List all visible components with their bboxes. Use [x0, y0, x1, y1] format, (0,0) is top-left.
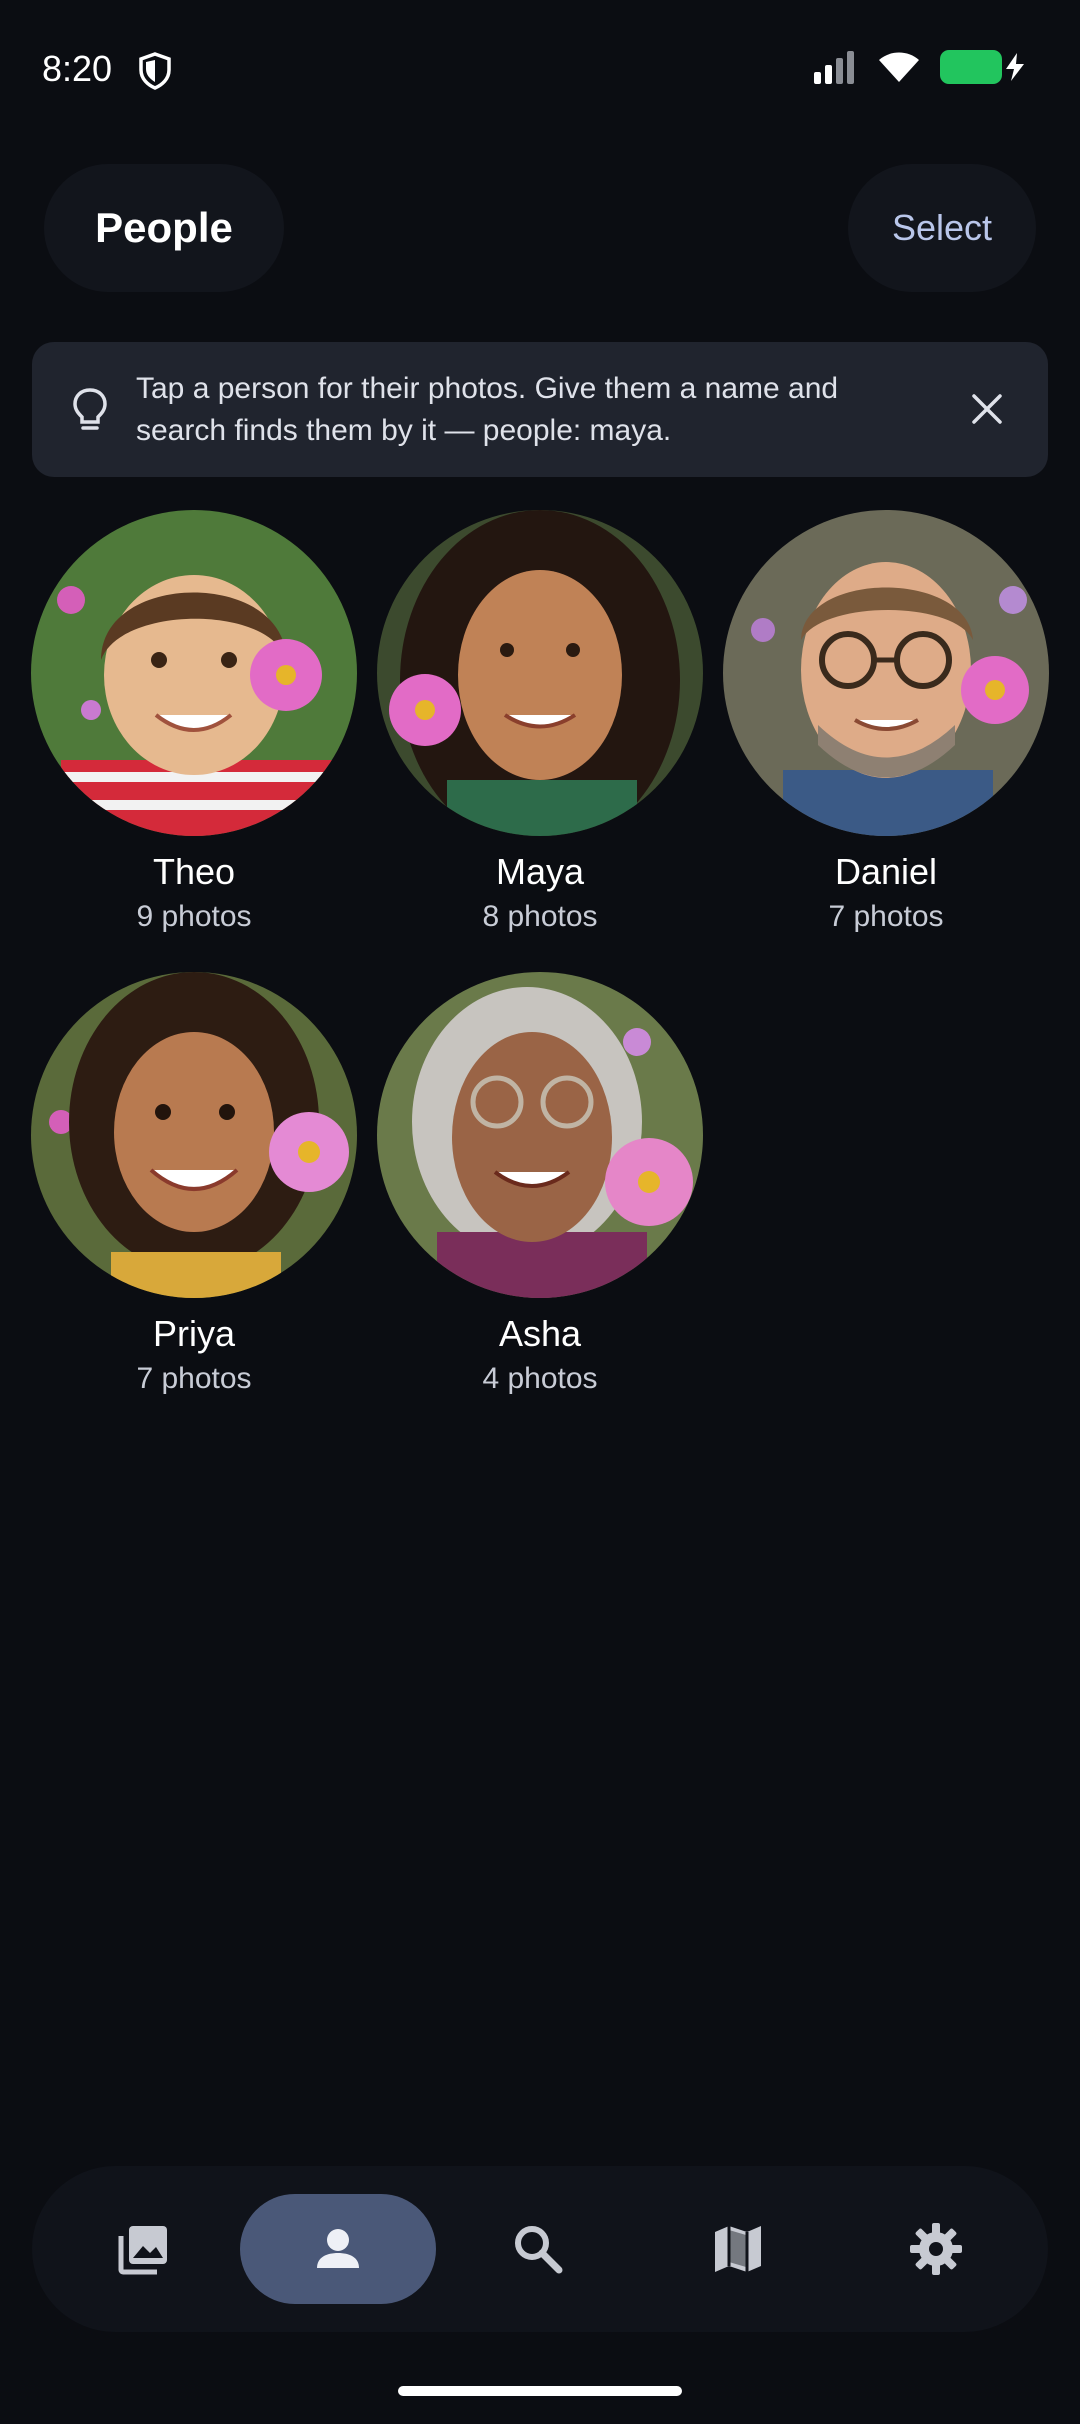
nav-photos[interactable] [46, 2194, 242, 2304]
person-name: Maya [495, 851, 585, 892]
shield-icon [139, 52, 171, 90]
person-card-priya[interactable]: Priya 7 photos [29, 972, 359, 1398]
search-icon [515, 2226, 563, 2274]
wifi-icon [879, 52, 919, 82]
nav-map[interactable] [640, 2194, 836, 2304]
person-name: Theo [152, 851, 236, 892]
close-icon[interactable] [968, 390, 1006, 428]
photo-count: 7 photos [828, 900, 944, 933]
person-name: Daniel [834, 851, 938, 892]
photo-count: 8 photos [482, 900, 598, 933]
person-card-daniel[interactable]: Daniel 7 photos [721, 510, 1051, 936]
nav-settings[interactable] [838, 2194, 1034, 2304]
gear-icon [910, 2223, 962, 2275]
avatar [31, 510, 357, 836]
nav-search[interactable] [440, 2194, 636, 2304]
person-name: Priya [152, 1313, 236, 1354]
tip-text: Tap a person for their photos. Give them… [136, 372, 839, 447]
person-icon [317, 2229, 359, 2268]
avatar [723, 510, 1049, 836]
photo-count: 7 photos [136, 1362, 252, 1395]
tip-banner: Tap a person for their photos. Give them… [32, 342, 1048, 477]
person-card-maya[interactable]: Maya 8 photos [375, 510, 705, 936]
signal-icon [814, 51, 854, 84]
map-icon [715, 2226, 761, 2272]
home-indicator[interactable] [398, 2386, 682, 2396]
people-screen: 8:20 People Select Tap a person for thei… [0, 0, 1080, 2424]
page-title: People [44, 164, 284, 292]
person-name: Asha [498, 1313, 582, 1354]
photo-count: 9 photos [136, 900, 252, 933]
status-time: 8:20 [42, 48, 113, 89]
person-card-asha[interactable]: Asha 4 photos [375, 972, 705, 1398]
status-bar: 8:20 [0, 0, 1080, 140]
status-icons [812, 50, 1024, 84]
avatar [377, 510, 703, 836]
battery-icon [940, 50, 1024, 84]
photo-count: 4 photos [482, 1362, 598, 1395]
photos-icon [118, 2226, 167, 2275]
lightbulb-icon [73, 388, 107, 430]
nav-people[interactable] [240, 2194, 436, 2304]
avatar [377, 972, 703, 1298]
person-card-theo[interactable]: Theo 9 photos [29, 510, 359, 936]
bottom-nav [32, 2166, 1048, 2332]
select-button[interactable]: Select [848, 164, 1036, 292]
avatar [31, 972, 357, 1298]
